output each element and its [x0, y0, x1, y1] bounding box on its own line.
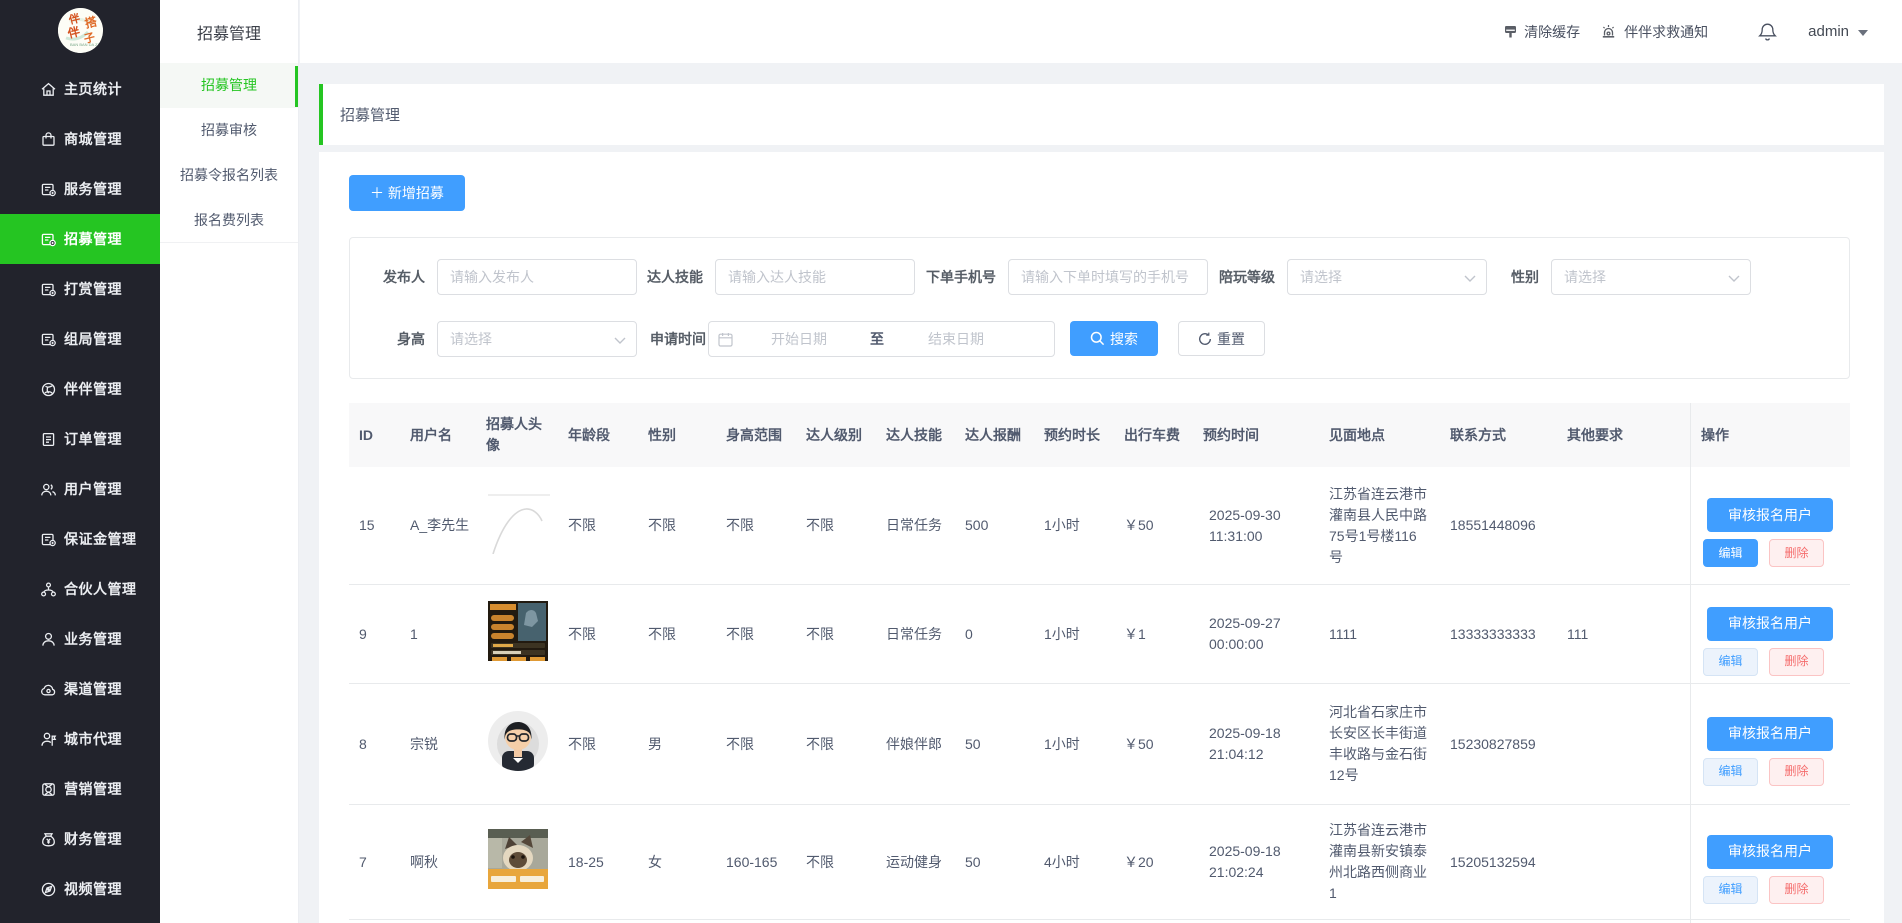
svg-text:BAN BAN DA ZI: BAN BAN DA ZI	[70, 42, 99, 47]
